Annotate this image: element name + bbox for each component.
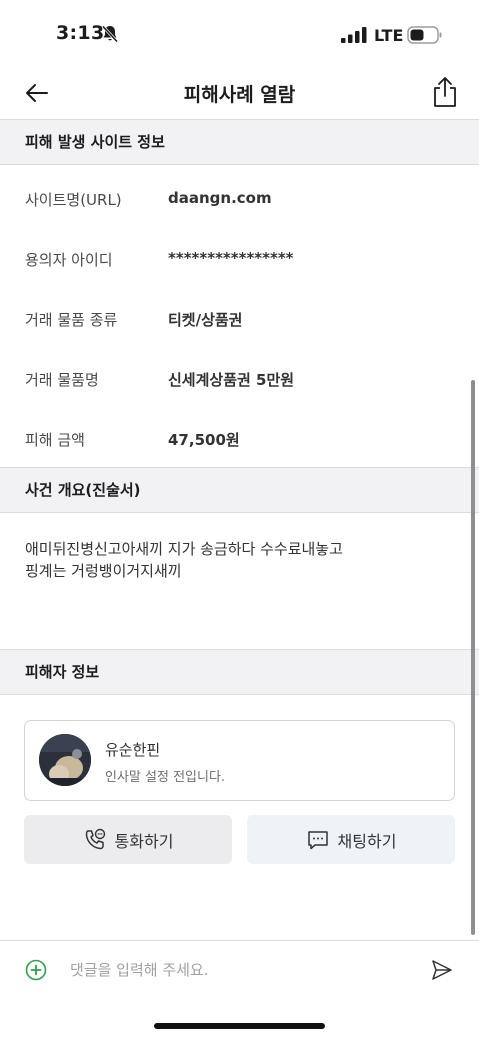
victim-greeting: 인사말 설정 전입니다. (105, 770, 226, 785)
comment-bar (0, 940, 479, 998)
battery-icon (407, 26, 442, 44)
avatar-image (39, 734, 91, 786)
network-type: LTE (374, 26, 404, 45)
call-button[interactable]: 통화하기 (24, 815, 232, 864)
site-info-header: 피해 발생 사이트 정보 (0, 119, 479, 165)
victim-card[interactable]: 유순한핀 인사말 설정 전입니다. (24, 720, 455, 801)
info-row-damage-amount: 피해 금액 47,500원 (0, 408, 479, 468)
comment-input[interactable] (70, 957, 410, 983)
info-row-item-type: 거래 물품 종류 티켓/상품권 (0, 288, 479, 348)
avatar (39, 734, 91, 786)
chat-button[interactable]: 채팅하기 (247, 815, 455, 864)
summary-text: 애미뒤진병신고아새끼 지가 송금하다 수수료내놓고 핑계는 거렁뱅이거지새끼 (25, 538, 445, 582)
bell-slash-icon (101, 25, 119, 43)
chat-bubble-icon (307, 830, 328, 849)
navigation-bar: 피해사례 열람 (0, 70, 479, 120)
item-name-value: 신세계상품권 5만원 (168, 371, 295, 389)
chat-button-label: 채팅하기 (337, 831, 397, 851)
status-time: 3:13 (56, 22, 105, 44)
item-type-label: 거래 물품 종류 (25, 311, 118, 329)
home-indicator (154, 1023, 325, 1029)
info-row-site-url: 사이트명(URL) daangn.com (0, 168, 479, 228)
add-circle-icon[interactable] (25, 959, 47, 981)
phone-icon (85, 828, 105, 849)
signal-icon (341, 27, 367, 43)
suspect-id-value: **************** (168, 249, 294, 267)
call-button-label: 통화하기 (114, 831, 174, 851)
page-title: 피해사례 열람 (183, 84, 296, 106)
info-row-suspect-id: 용의자 아이디 **************** (0, 228, 479, 288)
share-icon[interactable] (431, 76, 459, 108)
scrollbar[interactable] (471, 380, 475, 935)
victim-name: 유순한핀 (105, 741, 161, 759)
send-icon[interactable] (430, 958, 454, 982)
damage-amount-label: 피해 금액 (25, 431, 85, 449)
site-url-value: daangn.com (168, 189, 272, 207)
summary-line: 핑계는 거렁뱅이거지새끼 (25, 562, 182, 580)
victim-info-header: 피해자 정보 (0, 649, 479, 695)
suspect-id-label: 용의자 아이디 (25, 251, 113, 269)
info-row-item-name: 거래 물품명 신세계상품권 5만원 (0, 348, 479, 408)
summary-header: 사건 개요(진술서) (0, 467, 479, 513)
summary-line: 애미뒤진병신고아새끼 지가 송금하다 수수료내놓고 (25, 540, 343, 558)
item-type-value: 티켓/상품권 (168, 311, 243, 329)
item-name-label: 거래 물품명 (25, 371, 99, 389)
site-url-label: 사이트명(URL) (25, 191, 122, 209)
status-bar: 3:13 LTE (0, 0, 479, 70)
damage-amount-value: 47,500원 (168, 431, 240, 449)
